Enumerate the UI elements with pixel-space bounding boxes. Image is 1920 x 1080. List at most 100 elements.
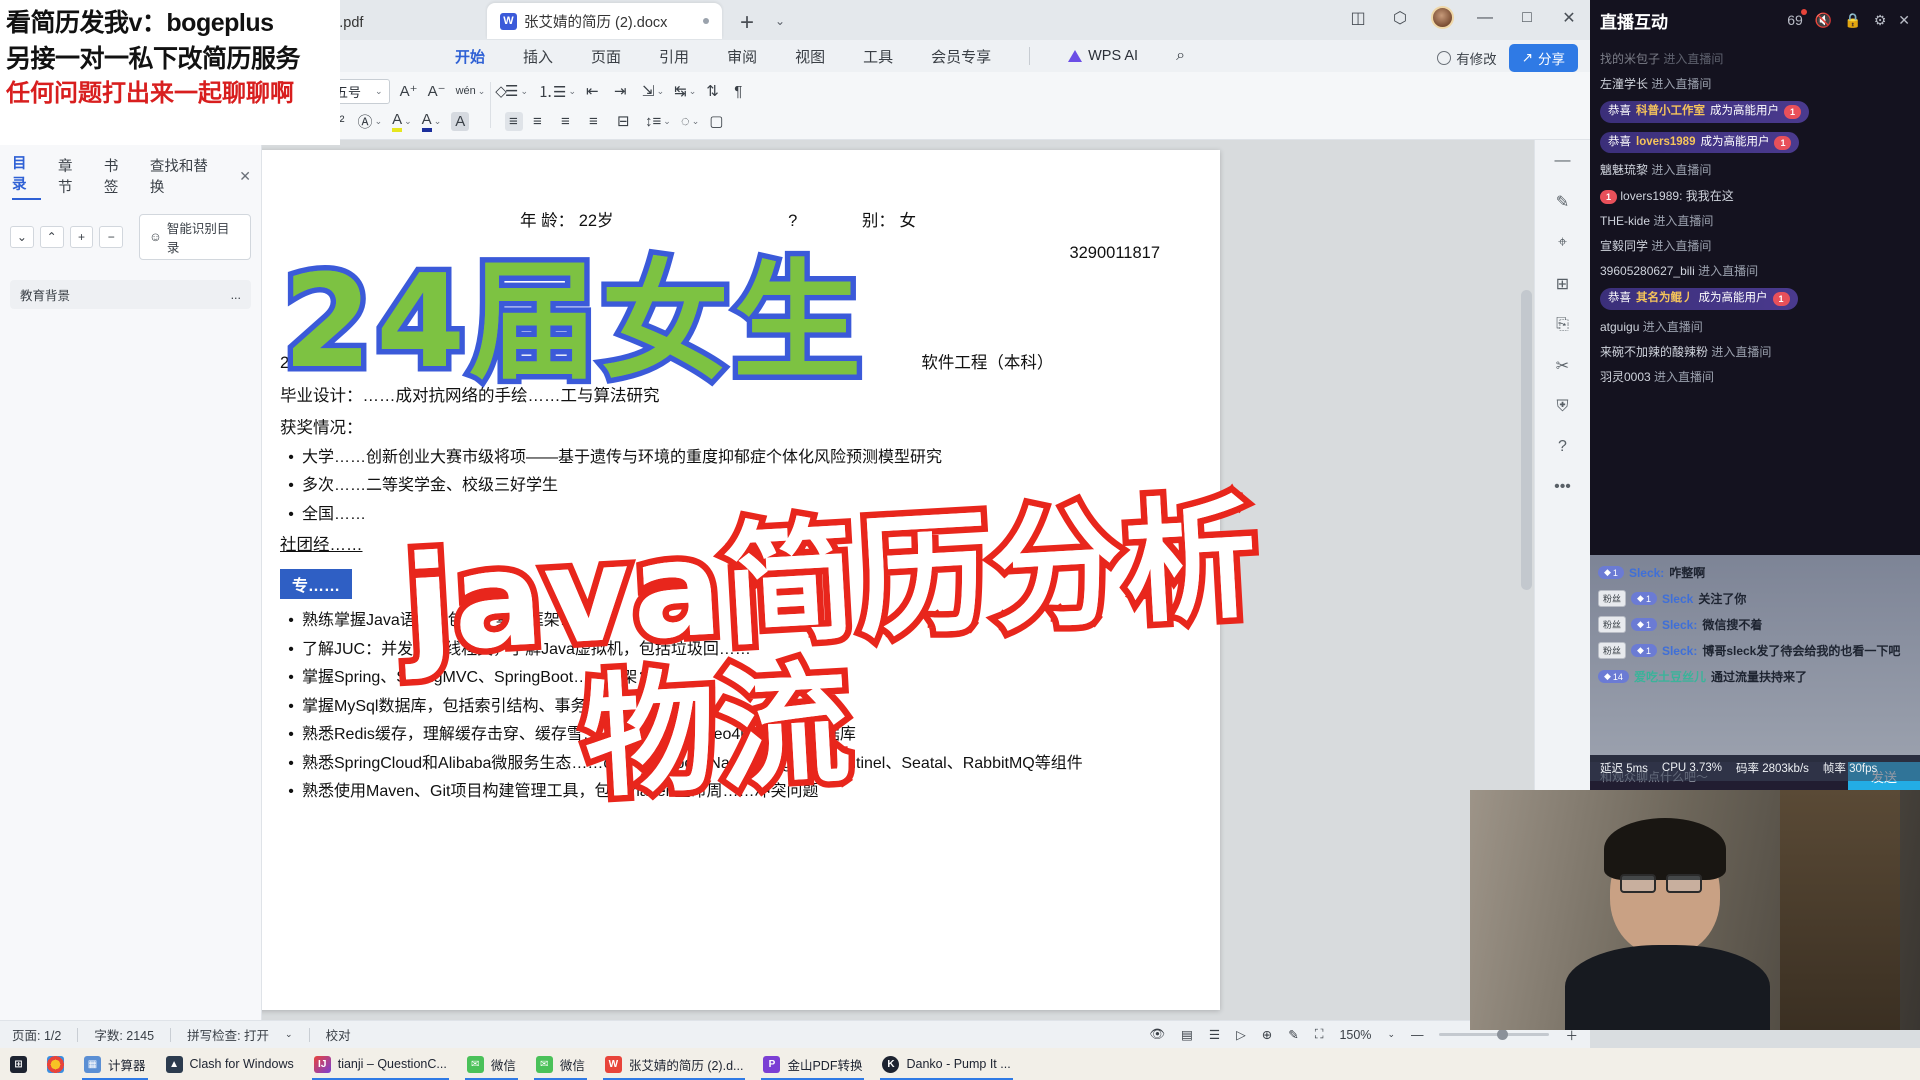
highlight-icon[interactable]: A ⌄ xyxy=(392,111,412,132)
taskbar-item-clash[interactable]: ▲ Clash for Windows xyxy=(156,1048,304,1080)
maximize-button[interactable]: □ xyxy=(1516,9,1538,27)
search-icon[interactable]: ⌕ xyxy=(1176,47,1185,65)
close-icon[interactable]: ✕ xyxy=(239,168,251,185)
taskbar-item-tianji[interactable]: IJ tianji – QuestionC... xyxy=(304,1048,457,1080)
cube-icon[interactable]: ⬡ xyxy=(1389,8,1411,28)
tools-icon[interactable]: ✂ xyxy=(1556,356,1569,376)
taskbar-item-music[interactable]: K Danko - Pump It ... xyxy=(872,1048,1020,1080)
fit-icon[interactable]: ⛶ xyxy=(1315,1027,1324,1042)
align-right-icon[interactable]: ≡ xyxy=(561,113,579,130)
gear-icon[interactable]: ⚙ xyxy=(1874,12,1887,29)
nav-tab-toc[interactable]: 目录 xyxy=(12,152,41,200)
chevron-down-icon[interactable]: ⌄ xyxy=(285,1029,293,1040)
align-center-icon[interactable]: ≡ xyxy=(533,113,551,130)
mute-icon[interactable]: 🔇 xyxy=(1815,12,1832,29)
tab-view[interactable]: 视图 xyxy=(795,46,825,67)
pinyin-guide-icon[interactable]: ⇲ ⌄ xyxy=(642,82,664,100)
taskbar-item-calculator[interactable]: ▦ 计算器 xyxy=(74,1048,156,1080)
close-button[interactable]: ✕ xyxy=(1558,8,1580,28)
more-icon[interactable]: ••• xyxy=(1554,478,1571,496)
wps-ai-button[interactable]: WPS AI xyxy=(1068,48,1138,64)
read-view-icon[interactable]: ▷ xyxy=(1236,1027,1246,1042)
taskbar-item-pdf[interactable]: P 金山PDF转换 xyxy=(753,1048,872,1080)
taskbar-item-wechat-1[interactable]: ✉ 微信 xyxy=(457,1048,526,1080)
tab-review[interactable]: 审阅 xyxy=(727,46,757,67)
minus-icon[interactable]: − xyxy=(99,226,124,248)
shield-icon[interactable]: ⛨ xyxy=(1556,398,1568,416)
message-user[interactable]: 找的米包子 xyxy=(1600,52,1660,66)
font-color-icon[interactable]: A ⌄ xyxy=(421,111,441,132)
chevron-down-icon[interactable]: ⌄ xyxy=(10,226,34,248)
taskbar-item-wechat-2[interactable]: ✉ 微信 xyxy=(526,1048,595,1080)
pen-icon[interactable]: ✎ xyxy=(1288,1027,1298,1042)
tab-member[interactable]: 会员专享 xyxy=(931,46,991,67)
pen-icon[interactable]: ✎ xyxy=(1556,192,1569,212)
zoom-out-icon[interactable]: — xyxy=(1411,1028,1424,1042)
modified-status[interactable]: 有修改 xyxy=(1437,48,1497,68)
taskbar-item-wps[interactable]: W 张艾婧的简历 (2).d... xyxy=(595,1048,754,1080)
chrome-taskbar-item[interactable] xyxy=(37,1048,74,1080)
tab-list-chevron-down-icon[interactable]: ⌄ xyxy=(775,14,785,28)
minimize-button[interactable]: — xyxy=(1474,9,1496,27)
eye-icon[interactable]: 👁 xyxy=(1149,1027,1165,1042)
outline-view-icon[interactable]: ☰ xyxy=(1209,1027,1220,1042)
message-user[interactable]: THE-kide xyxy=(1600,214,1650,228)
proofread-button[interactable]: 校对 xyxy=(326,1025,351,1044)
help-icon[interactable]: ? xyxy=(1558,438,1567,456)
tab-reference[interactable]: 引用 xyxy=(659,46,689,67)
toc-item-more[interactable]: ... xyxy=(231,288,241,302)
document-scrollbar[interactable] xyxy=(1521,290,1532,590)
message-user[interactable]: lovers1989: xyxy=(1620,189,1682,203)
chevron-up-icon[interactable]: ⌃ xyxy=(39,226,64,248)
message-user[interactable]: 爱吃土豆丝儿 xyxy=(1634,668,1706,685)
borders-icon[interactable]: ▢ xyxy=(709,112,727,130)
message-user[interactable]: Sleck: xyxy=(1662,644,1697,658)
message-user[interactable]: atguigu xyxy=(1600,320,1639,334)
share-button[interactable]: ↗ 分享 xyxy=(1508,44,1578,72)
tab-start[interactable]: 开始 xyxy=(455,46,485,67)
line-spacing-icon[interactable]: ↕≡ ⌄ xyxy=(645,113,671,130)
shading-icon[interactable]: ◌ ⌄ xyxy=(681,113,699,130)
increase-indent-icon[interactable]: ⇥ xyxy=(614,82,632,100)
tab-insert[interactable]: 插入 xyxy=(523,46,553,67)
list-item[interactable]: 教育背景 ... xyxy=(10,280,251,309)
message-user[interactable]: 39605280627_bili xyxy=(1600,264,1695,278)
number-list-icon[interactable]: ⒈☰ ⌄ xyxy=(538,81,576,102)
message-user[interactable]: 宣毅同学 xyxy=(1600,239,1648,253)
message-user[interactable]: 魑魅琉黎 xyxy=(1600,163,1648,177)
pinyin-icon[interactable]: wén ⌄ xyxy=(456,85,486,97)
auto-toc-button[interactable]: ☺ 智能识别目录 xyxy=(139,214,251,260)
message-user[interactable]: Sleck: xyxy=(1662,618,1697,632)
panel-layout-icon[interactable]: ◫ xyxy=(1347,8,1369,28)
distribute-icon[interactable]: ⊟ xyxy=(617,112,635,130)
grow-font-button[interactable]: A⁺ xyxy=(400,82,418,100)
decrease-indent-icon[interactable]: ⇤ xyxy=(586,82,604,100)
avatar[interactable] xyxy=(1431,6,1454,29)
text-effects-icon[interactable]: Ⓐ ⌄ xyxy=(358,111,383,132)
gift-icon[interactable]: 69 xyxy=(1787,9,1807,28)
start-button[interactable]: ⊞ xyxy=(0,1048,37,1080)
nav-tab-find-replace[interactable]: 查找和替换 xyxy=(150,155,222,197)
lock-icon[interactable]: 🔒 xyxy=(1844,12,1861,29)
shrink-font-button[interactable]: A⁻ xyxy=(428,82,446,100)
message-user[interactable]: Sleck: xyxy=(1629,566,1664,580)
message-user[interactable]: 羽灵0003 xyxy=(1600,370,1651,384)
bullet-list-icon[interactable]: ☰ ⌄ xyxy=(505,82,528,100)
align-justify-icon[interactable]: ≡ xyxy=(589,113,607,130)
sort-icon[interactable]: ⇅ xyxy=(706,82,724,100)
plus-icon[interactable]: + xyxy=(69,226,94,248)
char-shading-icon[interactable]: A xyxy=(451,111,470,131)
live-message-list[interactable]: 找的米包子 进入直播间 左潼学长 进入直播间 恭喜 科普小工作室 成为高能用户 … xyxy=(1590,40,1920,396)
spellcheck-status[interactable]: 拼写检查: 打开 xyxy=(187,1025,269,1044)
bookmark-icon[interactable]: ⎘ xyxy=(1556,316,1569,334)
close-icon[interactable]: ✕ xyxy=(1898,12,1910,29)
table-icon[interactable]: ⊞ xyxy=(1556,274,1569,294)
zoom-slider[interactable] xyxy=(1439,1029,1550,1040)
message-user[interactable]: 左潼学长 xyxy=(1600,77,1648,91)
show-marks-icon[interactable]: ¶ xyxy=(734,83,752,100)
zoom-slider-handle[interactable] xyxy=(1497,1029,1509,1040)
text-direction-icon[interactable]: ↹ ⌄ xyxy=(674,82,696,100)
zoom-level[interactable]: 150% xyxy=(1339,1028,1371,1042)
align-left-icon[interactable]: ≡ xyxy=(505,111,523,131)
minus-icon[interactable]: — xyxy=(1555,152,1571,170)
